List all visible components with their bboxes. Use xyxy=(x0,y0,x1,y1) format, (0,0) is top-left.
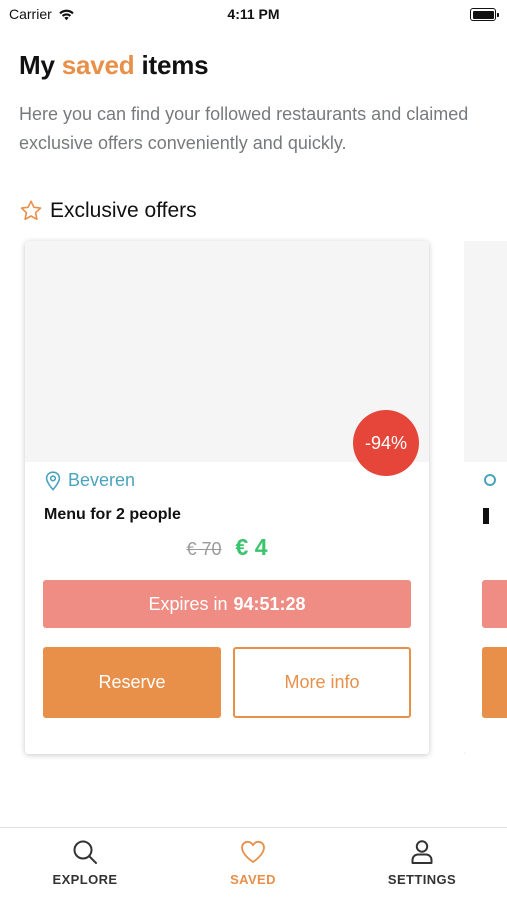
tab-settings[interactable]: SETTINGS xyxy=(362,838,482,887)
expires-label: Expires in xyxy=(148,593,228,614)
tab-bar: EXPLORE SAVED SETTINGS xyxy=(0,827,507,900)
tab-explore[interactable]: EXPLORE xyxy=(25,838,145,887)
page-title: My saved items xyxy=(19,50,209,81)
title-suffix: items xyxy=(141,50,209,80)
next-offer-title xyxy=(483,508,489,524)
status-bar: Carrier 4:11 PM xyxy=(0,0,507,30)
page-description: Here you can find your followed restaura… xyxy=(19,104,469,153)
location-city: Beveren xyxy=(68,470,136,490)
tab-settings-label: SETTINGS xyxy=(387,872,457,887)
tab-saved[interactable]: SAVED xyxy=(193,838,313,887)
user-icon xyxy=(408,838,436,866)
more-info-button[interactable]: More info xyxy=(233,647,411,718)
expires-banner: Expires in 94:51:28 xyxy=(43,580,411,628)
next-offer-card-body[interactable] xyxy=(464,241,507,754)
next-offer-card[interactable] xyxy=(464,241,507,754)
old-price: € 70 xyxy=(186,539,222,559)
next-offer-location-pin-icon xyxy=(484,474,496,486)
expires-timer: 94:51:28 xyxy=(233,593,306,614)
section-heading-exclusive-offers: Exclusive offers xyxy=(19,199,197,223)
search-icon xyxy=(71,838,99,866)
offer-location: Beveren xyxy=(45,470,135,491)
tab-explore-label: EXPLORE xyxy=(52,872,118,887)
title-prefix: My xyxy=(19,50,55,80)
offer-card[interactable]: -94% Beveren Menu for 2 people € 70 € 4 … xyxy=(25,241,429,754)
section-label: Exclusive offers xyxy=(50,199,197,222)
next-offer-reserve-button[interactable] xyxy=(482,647,507,718)
offer-prices: € 70 € 4 xyxy=(25,534,429,561)
tab-saved-label: SAVED xyxy=(230,872,276,887)
next-offer-image xyxy=(464,241,507,462)
clock: 4:11 PM xyxy=(227,6,280,22)
star-icon xyxy=(19,199,43,223)
heart-icon xyxy=(239,838,267,866)
discount-badge: -94% xyxy=(353,410,419,476)
next-offer-expires-banner xyxy=(482,580,507,628)
new-price: € 4 xyxy=(235,534,268,560)
offer-title: Menu for 2 people xyxy=(44,506,181,523)
location-pin-icon xyxy=(45,470,61,491)
battery-icon xyxy=(470,8,499,21)
reserve-button[interactable]: Reserve xyxy=(43,647,221,718)
title-highlight: saved xyxy=(61,50,135,80)
